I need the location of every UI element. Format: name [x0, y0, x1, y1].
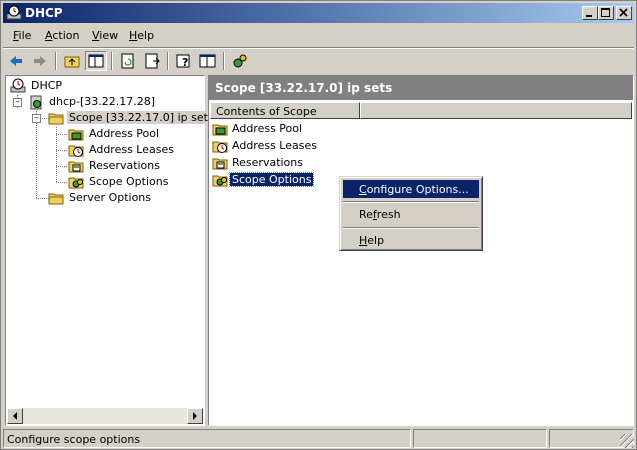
scope-options-icon [212, 175, 228, 187]
scope-folder-icon [48, 113, 64, 125]
dhcp-server-button[interactable] [229, 51, 251, 71]
expand-toggle-scope[interactable]: – [32, 114, 41, 123]
expand-toggle-server[interactable]: – [13, 98, 22, 107]
dhcp-server-icon [233, 54, 247, 68]
maximize-icon [601, 8, 610, 17]
status-text-panel: Configure scope options [3, 429, 411, 448]
console-tree[interactable]: DHCP – dhcp-[33.22.17.28] – Scope [33.22… [5, 75, 216, 426]
dhcp-app-icon [6, 5, 22, 20]
export-list-button[interactable] [141, 51, 163, 71]
server-icon [30, 95, 42, 110]
menu-file[interactable]: File [13, 29, 31, 42]
column-header-empty[interactable] [360, 102, 632, 119]
tree-horizontal-scrollbar[interactable] [7, 408, 203, 424]
maximize-button[interactable] [598, 6, 614, 20]
menu-item-help[interactable]: Help [343, 231, 479, 249]
forward-button[interactable] [29, 51, 51, 71]
scroll-left-button[interactable] [7, 408, 23, 424]
menu-item-configure-options[interactable]: Configure Options... [343, 180, 479, 198]
arrow-right-icon [193, 412, 197, 420]
close-button[interactable] [616, 6, 632, 20]
minimize-icon [586, 15, 592, 17]
refresh-icon [121, 53, 134, 69]
column-header-contents[interactable]: Contents of Scope [210, 102, 360, 119]
scroll-right-button[interactable] [187, 408, 203, 424]
help-icon: ? [176, 54, 190, 69]
show-hide-tree-icon [88, 54, 104, 68]
menu-help[interactable]: Help [129, 29, 154, 42]
toolbar: ? [3, 49, 634, 73]
svg-text:?: ? [182, 56, 188, 69]
reservations-icon [68, 161, 84, 173]
status-panel-2 [413, 429, 547, 448]
scope-options-icon [68, 177, 84, 189]
help-button[interactable]: ? [173, 51, 195, 71]
address-leases-icon [68, 145, 84, 157]
status-bar: Configure scope options [3, 429, 634, 448]
address-leases-icon [212, 141, 228, 153]
properties-icon [199, 54, 216, 68]
minimize-button[interactable] [582, 6, 598, 20]
back-button[interactable] [5, 51, 27, 71]
up-folder-icon [64, 56, 80, 68]
refresh-button[interactable] [117, 51, 139, 71]
title-bar[interactable]: DHCP [3, 3, 634, 23]
menu-action[interactable]: Action [45, 29, 79, 42]
menu-view[interactable]: View [92, 29, 118, 42]
menu-bar: File Action View Help [3, 26, 634, 46]
window-title: DHCP [25, 6, 63, 20]
context-menu: Configure Options... Refresh Help [339, 176, 483, 251]
server-options-icon [48, 193, 64, 205]
up-folder-button[interactable] [61, 51, 83, 71]
address-pool-icon [212, 124, 228, 136]
details-header: Scope [33.22.17.0] ip sets [209, 76, 633, 100]
arrow-left-icon [13, 412, 17, 420]
export-list-icon [145, 53, 160, 69]
properties-button[interactable] [197, 51, 219, 71]
dhcp-icon [10, 78, 26, 93]
reservations-icon [212, 158, 228, 170]
back-icon [10, 56, 22, 66]
forward-icon [34, 56, 46, 66]
show-hide-tree-button[interactable] [85, 51, 107, 71]
close-icon [619, 8, 628, 17]
menu-item-refresh[interactable]: Refresh [343, 205, 479, 223]
dhcp-window: DHCP File Action View Help ? DHCP – dhcp… [0, 0, 637, 450]
resize-grip[interactable] [620, 434, 634, 448]
address-pool-icon [68, 129, 84, 141]
